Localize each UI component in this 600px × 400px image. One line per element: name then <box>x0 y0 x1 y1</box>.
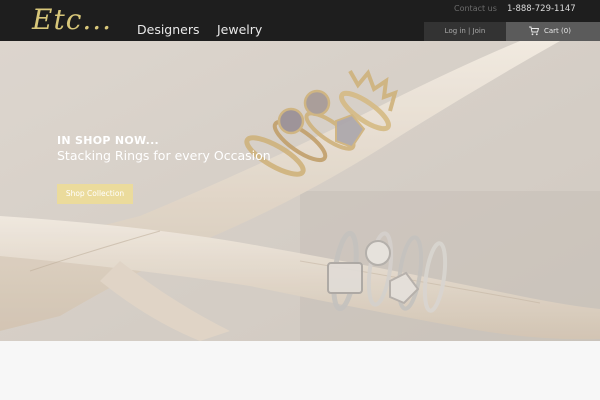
hero-title: IN SHOP NOW... <box>57 134 160 147</box>
login-join-label: Log in | Join <box>444 27 486 35</box>
hero-subtitle: Stacking Rings for every Occasion <box>57 148 271 163</box>
logo-text: Etc... <box>32 3 113 36</box>
top-bar: Etc... Designers Jewelry Contact us 1-88… <box>0 0 600 44</box>
cart-icon <box>529 26 539 36</box>
content-area <box>0 341 600 400</box>
cart-label: Cart (0) <box>544 27 571 35</box>
shop-collection-label: Shop Collection <box>65 189 125 198</box>
nav-designers[interactable]: Designers <box>137 22 200 37</box>
nav-jewelry[interactable]: Jewelry <box>217 22 262 37</box>
contact-link[interactable]: Contact us <box>454 4 497 13</box>
login-join-button[interactable]: Log in | Join <box>424 22 506 41</box>
shop-collection-button[interactable]: Shop Collection <box>57 184 133 204</box>
hero-banner: IN SHOP NOW... Stacking Rings for every … <box>0 41 600 341</box>
cart-button[interactable]: Cart (0) <box>506 22 600 41</box>
site-logo[interactable]: Etc... <box>30 3 111 44</box>
phone-number: 1-888-729-1147 <box>507 4 576 14</box>
